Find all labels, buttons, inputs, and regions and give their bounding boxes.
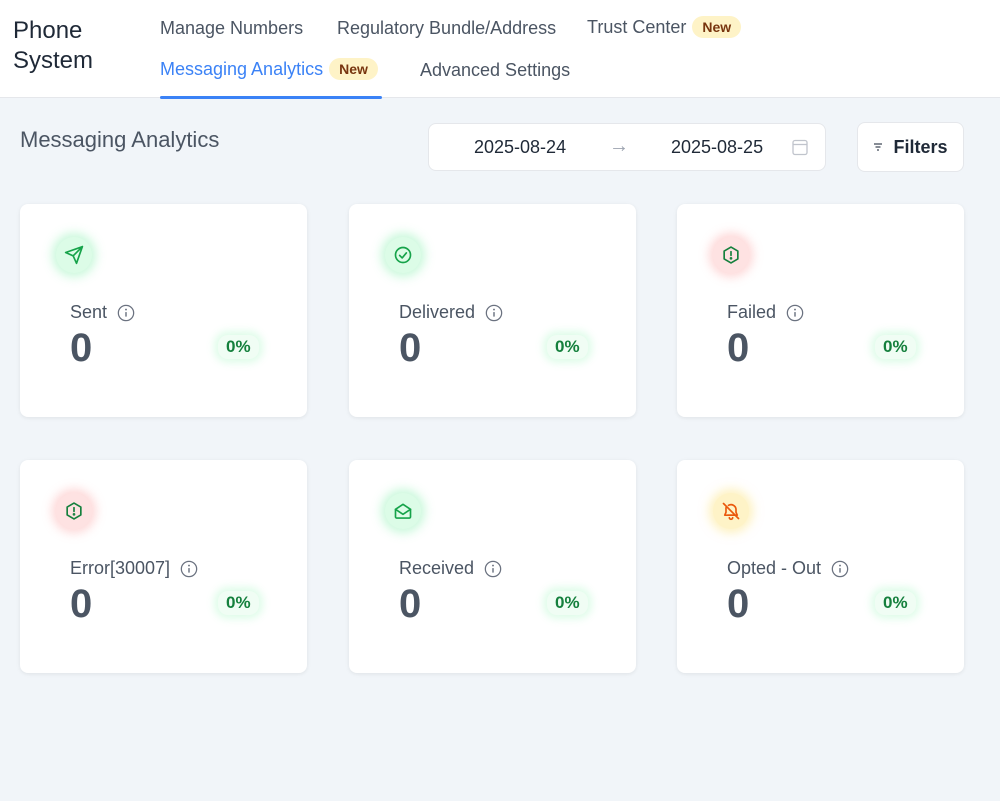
info-icon[interactable] — [831, 560, 849, 578]
metric-card-sent: Sent 0 0% — [20, 204, 307, 417]
metric-value: 0 — [727, 582, 750, 626]
page-title: Messaging Analytics — [20, 127, 220, 152]
app-title: Phone System — [13, 16, 93, 76]
metric-label-text: Received — [399, 558, 475, 578]
send-icon — [56, 237, 92, 273]
metric-label: Received — [399, 558, 502, 579]
metric-value: 0 — [399, 582, 422, 626]
envelope-open-icon — [385, 493, 421, 529]
filters-label: Filters — [893, 136, 948, 157]
arrow-right-icon: → — [609, 135, 629, 157]
active-tab-indicator — [160, 96, 382, 99]
date-range-picker[interactable]: 2025-08-24 → 2025-08-25 — [428, 123, 826, 171]
metric-label-text: Opted - Out — [727, 558, 822, 578]
tab-label: Manage Numbers — [160, 18, 304, 38]
new-badge: New — [692, 16, 742, 38]
metric-label-text: Failed — [727, 302, 777, 322]
tab-label: Regulatory Bundle/Address — [337, 18, 557, 38]
metric-card-delivered: Delivered 0 0% — [349, 204, 636, 417]
filters-button[interactable]: Filters — [857, 122, 964, 172]
filter-icon — [873, 143, 883, 151]
bell-off-icon — [713, 493, 749, 529]
metric-label-text: Sent — [70, 302, 108, 322]
tab-label: Trust Center — [587, 16, 687, 37]
start-date[interactable]: 2025-08-24 — [474, 137, 566, 158]
metric-label-text: Error[30007] — [70, 558, 171, 578]
metric-label: Failed — [727, 302, 804, 323]
tab-label: Messaging Analytics — [160, 58, 324, 79]
metric-value: 0 — [70, 582, 93, 626]
metric-label-text: Delivered — [399, 302, 476, 322]
info-icon[interactable] — [484, 560, 502, 578]
info-icon[interactable] — [786, 304, 804, 322]
tab-manage-numbers[interactable]: Manage Numbers — [160, 18, 303, 39]
alert-hexagon-icon — [713, 237, 749, 273]
top-header: Phone System Manage Numbers Regulatory B… — [0, 0, 1000, 99]
check-circle-icon — [385, 237, 421, 273]
metric-value: 0 — [727, 326, 750, 370]
metric-card-opted-out: Opted - Out 0 0% — [677, 460, 964, 673]
metric-percent: 0% — [875, 591, 916, 615]
info-icon[interactable] — [117, 304, 135, 322]
metric-value: 0 — [70, 326, 93, 370]
tab-regulatory-bundle[interactable]: Regulatory Bundle/Address — [337, 18, 556, 39]
new-badge: New — [329, 58, 378, 80]
tab-trust-center[interactable]: Trust Center New — [587, 16, 742, 38]
info-icon[interactable] — [485, 304, 503, 322]
calendar-icon[interactable] — [792, 138, 808, 161]
tab-messaging-analytics[interactable]: Messaging Analytics New — [160, 58, 378, 80]
metric-percent: 0% — [547, 591, 588, 615]
metric-value: 0 — [399, 326, 422, 370]
tab-label: Advanced Settings — [420, 60, 571, 80]
metric-card-failed: Failed 0 0% — [677, 204, 964, 417]
metric-card-received: Received 0 0% — [349, 460, 636, 673]
metric-percent: 0% — [547, 335, 588, 359]
metric-label: Delivered — [399, 302, 503, 323]
metric-label: Error[30007] — [70, 558, 198, 579]
metric-label: Sent — [70, 302, 135, 323]
metric-label: Opted - Out — [727, 558, 849, 579]
metric-percent: 0% — [218, 335, 259, 359]
metric-card-error: Error[30007] 0 0% — [20, 460, 307, 673]
app-title-line1: Phone — [13, 17, 83, 44]
app-title-line2: System — [13, 47, 94, 74]
alert-hexagon-icon — [56, 493, 92, 529]
metric-percent: 0% — [218, 591, 259, 615]
tab-advanced-settings[interactable]: Advanced Settings — [420, 60, 570, 81]
end-date[interactable]: 2025-08-25 — [671, 137, 763, 158]
metric-percent: 0% — [875, 335, 916, 359]
info-icon[interactable] — [180, 560, 198, 578]
